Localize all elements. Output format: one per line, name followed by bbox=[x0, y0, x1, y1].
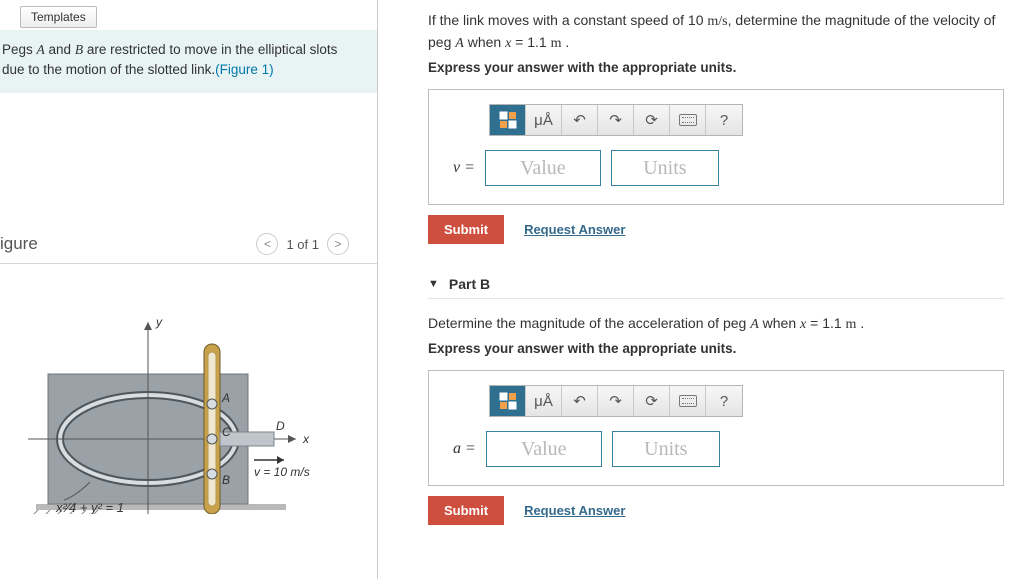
redo-icon[interactable]: ↷ bbox=[598, 386, 634, 416]
partB-variable: a = bbox=[453, 440, 476, 458]
partA-express: Express your answer with the appropriate… bbox=[428, 60, 1004, 75]
collapse-icon: ▼ bbox=[428, 278, 439, 290]
partA-submit-button[interactable]: Submit bbox=[428, 215, 504, 244]
partA-answer-box: μÅ ↶ ↷ ⟳ ? v = Value Units bbox=[428, 89, 1004, 205]
partB-submit-button[interactable]: Submit bbox=[428, 496, 504, 525]
partB-units-input[interactable]: Units bbox=[612, 431, 720, 467]
partB-value-input[interactable]: Value bbox=[486, 431, 602, 467]
right-panel: If the link moves with a constant speed … bbox=[378, 0, 1024, 579]
template-tool-icon[interactable] bbox=[490, 386, 526, 416]
label-B: B bbox=[222, 473, 230, 487]
v-label: v = 10 m/s bbox=[254, 465, 310, 479]
keyboard-icon[interactable] bbox=[670, 105, 706, 135]
partA-prompt: If the link moves with a constant speed … bbox=[428, 10, 1004, 54]
undo-icon[interactable]: ↶ bbox=[562, 386, 598, 416]
partB-title: Part B bbox=[449, 276, 490, 292]
figure-header: igure < 1 of 1 > bbox=[0, 233, 377, 264]
partB-prompt: Determine the magnitude of the accelerat… bbox=[428, 313, 1004, 335]
templates-button[interactable]: Templates bbox=[20, 6, 97, 28]
label-C: C bbox=[222, 425, 231, 439]
partA-toolbar: μÅ ↶ ↷ ⟳ ? bbox=[489, 104, 743, 136]
partB-answer-box: μÅ ↶ ↷ ⟳ ? a = Value Units bbox=[428, 370, 1004, 486]
partA-value-input[interactable]: Value bbox=[485, 150, 601, 186]
left-panel: Templates Pegs A and B are restricted to… bbox=[0, 0, 378, 579]
reset-icon[interactable]: ⟳ bbox=[634, 105, 670, 135]
figure-link[interactable]: (Figure 1) bbox=[215, 62, 274, 77]
diagram-svg: y x D A C B v = 10 m/s bbox=[28, 304, 328, 514]
ellipse-eq: x²⁄4 + y² = 1 bbox=[55, 500, 124, 514]
template-tool-icon[interactable] bbox=[490, 105, 526, 135]
partB-toolbar: μÅ ↶ ↷ ⟳ ? bbox=[489, 385, 743, 417]
help-icon[interactable]: ? bbox=[706, 105, 742, 135]
undo-icon[interactable]: ↶ bbox=[562, 105, 598, 135]
keyboard-icon[interactable] bbox=[670, 386, 706, 416]
redo-icon[interactable]: ↷ bbox=[598, 105, 634, 135]
intro-text: Pegs A and B are restricted to move in t… bbox=[2, 42, 337, 77]
figure-pager-text: 1 of 1 bbox=[286, 237, 319, 252]
partA-variable: v = bbox=[453, 159, 475, 177]
figure-next-button[interactable]: > bbox=[327, 233, 349, 255]
partB-request-answer-link[interactable]: Request Answer bbox=[524, 503, 625, 518]
figure-prev-button[interactable]: < bbox=[256, 233, 278, 255]
figure-title: igure bbox=[0, 234, 38, 254]
units-tool-icon[interactable]: μÅ bbox=[526, 386, 562, 416]
units-tool-icon[interactable]: μÅ bbox=[526, 105, 562, 135]
partA-units-input[interactable]: Units bbox=[611, 150, 719, 186]
reset-icon[interactable]: ⟳ bbox=[634, 386, 670, 416]
partA-request-answer-link[interactable]: Request Answer bbox=[524, 222, 625, 237]
x-axis-label: x bbox=[302, 432, 310, 446]
figure-pager: < 1 of 1 > bbox=[256, 233, 349, 255]
partB-header[interactable]: ▼ Part B bbox=[428, 270, 1004, 299]
label-A: A bbox=[221, 391, 230, 405]
figure-image: y x D A C B v = 10 m/s bbox=[0, 264, 377, 517]
label-D: D bbox=[276, 419, 285, 433]
partB-express: Express your answer with the appropriate… bbox=[428, 341, 1004, 356]
y-axis-label: y bbox=[155, 315, 163, 329]
problem-intro: Pegs A and B are restricted to move in t… bbox=[0, 30, 377, 93]
help-icon[interactable]: ? bbox=[706, 386, 742, 416]
